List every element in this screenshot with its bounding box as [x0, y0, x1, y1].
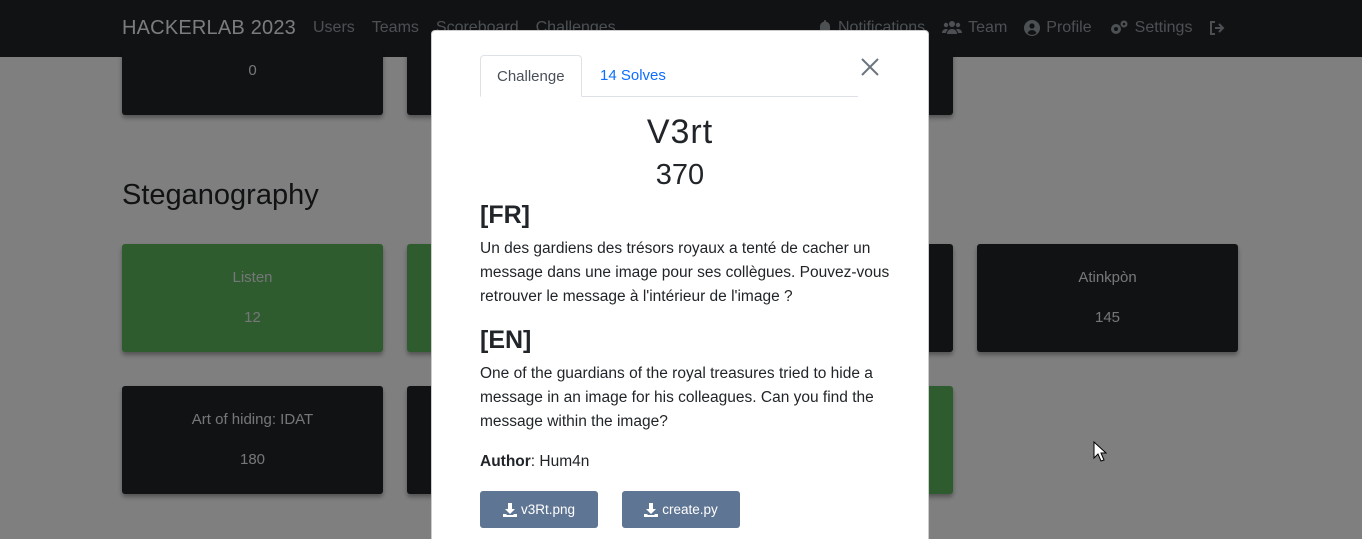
author-line: Author: Hum4n: [480, 453, 589, 471]
fr-text: Un des gardiens des trésors royaux a ten…: [480, 240, 890, 305]
description-en: [EN] One of the guardians of the royal t…: [480, 326, 890, 434]
en-text: One of the guardians of the royal treasu…: [480, 365, 874, 430]
download-file-button[interactable]: v3Rt.png: [480, 491, 598, 528]
mouse-cursor-icon: [1093, 441, 1107, 462]
download-file-label: v3Rt.png: [520, 502, 576, 517]
challenge-name: V3rt: [646, 113, 714, 151]
close-icon[interactable]: [858, 55, 882, 79]
fr-heading: [FR]: [480, 201, 530, 229]
download-file-button[interactable]: create.py: [622, 491, 740, 528]
author-label: Author: [480, 453, 531, 470]
author-value: : Hum4n: [530, 453, 590, 470]
tab-challenge[interactable]: Challenge: [480, 55, 582, 97]
download-icon: [502, 502, 517, 517]
en-heading: [EN]: [480, 326, 532, 354]
download-file-label: create.py: [662, 502, 718, 517]
description-fr: [FR] Un des gardiens des trésors royaux …: [480, 201, 890, 309]
download-icon: [644, 502, 659, 517]
tab-solves[interactable]: 14 Solves: [584, 55, 682, 97]
modal-tabs: Challenge 14 Solves: [480, 55, 858, 97]
challenge-value: 370: [655, 159, 705, 191]
challenge-modal: Challenge 14 Solves V3rt 370 [FR] Un des…: [431, 30, 929, 539]
